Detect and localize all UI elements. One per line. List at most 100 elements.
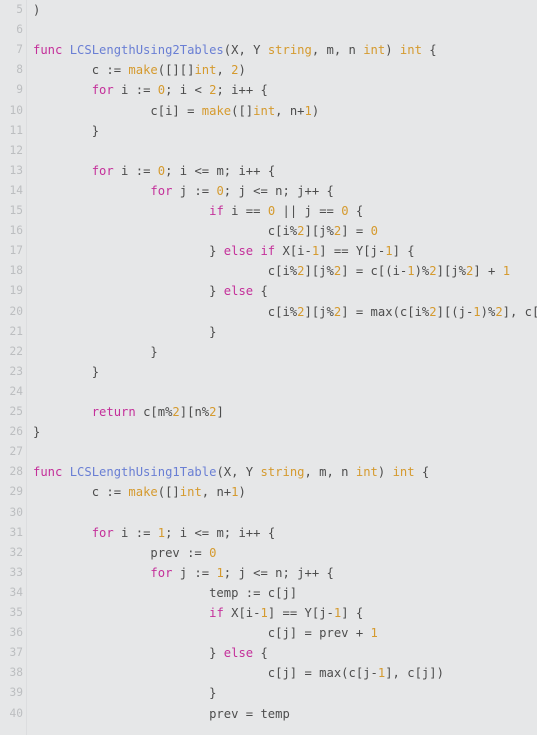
code-token: for bbox=[91, 83, 114, 98]
code-line[interactable]: 11 } bbox=[0, 121, 537, 141]
code-line-content[interactable]: } bbox=[33, 322, 216, 342]
code-line-content[interactable]: c := make([][]int, 2) bbox=[33, 60, 246, 80]
code-line[interactable]: 7 func LCSLengthUsing2Tables(X, Y string,… bbox=[0, 40, 537, 60]
code-token: int bbox=[392, 465, 415, 480]
line-number: 32 bbox=[9, 545, 23, 559]
code-line[interactable]: 8 c := make([][]int, 2) bbox=[0, 60, 537, 80]
code-line[interactable]: 35 if X[i-1] == Y[j-1] { bbox=[0, 603, 537, 623]
code-line[interactable]: 15 if i == 0 || j == 0 { bbox=[0, 201, 537, 221]
code-line[interactable]: 33 for j := 1; j <= n; j++ { bbox=[0, 563, 537, 583]
code-line[interactable]: 26} bbox=[0, 422, 537, 442]
code-token: 2 bbox=[297, 304, 305, 319]
code-line[interactable]: 9 for i := 0; i < 2; i++ { bbox=[0, 80, 537, 100]
code-line-content[interactable]: func LCSLengthUsing2Tables(X, Y string, … bbox=[33, 40, 437, 60]
code-line[interactable]: 21 } bbox=[0, 322, 537, 342]
code-token: int bbox=[194, 63, 217, 78]
code-token: (X, Y bbox=[216, 465, 261, 480]
code-line[interactable]: 18 c[i%2][j%2] = c[(i-1)%2][j%2] + 1 bbox=[0, 261, 537, 281]
code-line-content[interactable]: } else { bbox=[33, 643, 268, 663]
code-token: 0 bbox=[341, 204, 349, 218]
code-line[interactable]: 14 for j := 0; j <= n; j++ { bbox=[0, 181, 537, 201]
code-line[interactable]: 16 c[i%2][j%2] = 0 bbox=[0, 221, 537, 241]
code-line[interactable]: 20 c[i%2][j%2] = max(c[i%2][(j-1)%2], c[ bbox=[0, 302, 537, 322]
code-token: c := bbox=[33, 63, 129, 78]
code-line-content[interactable]: ) bbox=[33, 0, 40, 20]
line-number: 22 bbox=[9, 344, 23, 358]
code-token: c[j] = prev + bbox=[33, 626, 371, 641]
code-line[interactable]: 19 } else { bbox=[0, 281, 537, 301]
code-line[interactable]: 25 return c[m%2][n%2] bbox=[0, 402, 537, 422]
code-line-content[interactable]: } bbox=[33, 422, 40, 442]
code-line-content[interactable]: } bbox=[33, 362, 99, 382]
code-line[interactable]: 31 for i := 1; i <= m; i++ { bbox=[0, 523, 537, 543]
code-line-content[interactable]: c[i%2][j%2] = c[(i-1)%2][j%2] + 1 bbox=[33, 261, 510, 281]
code-token: X[i- bbox=[223, 606, 261, 620]
code-token: , bbox=[216, 63, 232, 78]
code-token: i == bbox=[223, 204, 268, 218]
code-line[interactable]: 10 c[i] = make([]int, n+1) bbox=[0, 101, 537, 121]
code-line-content[interactable]: return c[m%2][n%2] bbox=[33, 402, 224, 422]
code-token: ) bbox=[238, 485, 246, 500]
code-line-content[interactable]: } bbox=[33, 121, 99, 141]
code-token: } bbox=[33, 244, 224, 259]
code-token: ][j% bbox=[304, 264, 334, 279]
code-line[interactable]: 5) bbox=[0, 0, 537, 20]
code-editor[interactable]: 5) 6 7 func LCSLengthUsing2Tables(X, Y stri… bbox=[0, 0, 537, 735]
code-line[interactable]: 24 bbox=[0, 382, 537, 402]
line-number: 19 bbox=[9, 284, 23, 298]
code-token: ([] bbox=[157, 485, 180, 500]
code-line[interactable]: 23 } bbox=[0, 362, 537, 382]
code-line[interactable]: 38 c[j] = max(c[j-1], c[j]) bbox=[0, 663, 537, 683]
line-number: 13 bbox=[9, 163, 23, 177]
code-line[interactable]: 37 } else { bbox=[0, 643, 537, 663]
code-token: c[i% bbox=[33, 224, 298, 239]
code-line[interactable]: 34 temp := c[j] bbox=[0, 583, 537, 603]
code-line[interactable]: 36 c[j] = prev + 1 bbox=[0, 623, 537, 643]
code-line-content[interactable]: for i := 0; i < 2; i++ { bbox=[33, 80, 268, 100]
code-line[interactable]: 40 prev = temp bbox=[0, 704, 537, 724]
code-line-content[interactable]: for i := 1; i <= m; i++ { bbox=[33, 523, 275, 543]
code-line[interactable]: 30 bbox=[0, 503, 537, 523]
code-line-content[interactable]: temp := c[j] bbox=[33, 583, 297, 603]
code-line[interactable]: 32 prev := 0 bbox=[0, 543, 537, 563]
code-line[interactable]: 13 for i := 0; i <= m; i++ { bbox=[0, 161, 537, 181]
code-line-content[interactable]: } bbox=[33, 683, 216, 703]
code-line-content[interactable]: } else if X[i-1] == Y[j-1] { bbox=[33, 241, 415, 261]
code-line-content[interactable]: } bbox=[33, 342, 157, 362]
line-number: 29 bbox=[9, 485, 23, 499]
line-number: 37 bbox=[9, 646, 23, 660]
code-line-content[interactable]: c[i%2][j%2] = 0 bbox=[33, 221, 378, 241]
code-line-content[interactable]: c[j] = prev + 1 bbox=[33, 623, 378, 643]
code-line-content[interactable]: prev = temp bbox=[33, 704, 290, 724]
code-line[interactable]: 39 } bbox=[0, 683, 537, 703]
code-line-content[interactable]: if i == 0 || j == 0 { bbox=[33, 201, 363, 221]
code-line-content[interactable]: prev := 0 bbox=[33, 543, 216, 563]
code-line-content[interactable]: c := make([]int, n+1) bbox=[33, 482, 246, 502]
code-line-content[interactable]: for i := 0; i <= m; i++ { bbox=[33, 161, 275, 181]
code-token: 2 bbox=[429, 304, 437, 319]
code-line[interactable]: 6 bbox=[0, 20, 537, 40]
code-line[interactable]: 17 } else if X[i-1] == Y[j-1] { bbox=[0, 241, 537, 261]
code-line-content[interactable]: c[i] = make([]int, n+1) bbox=[33, 101, 319, 121]
code-token: make bbox=[201, 103, 232, 118]
code-line[interactable]: 12 bbox=[0, 141, 537, 161]
code-line[interactable]: 28 func LCSLengthUsing1Table(X, Y string,… bbox=[0, 462, 537, 482]
code-token: ) bbox=[33, 3, 41, 17]
code-text-area[interactable]: 5) 6 7 func LCSLengthUsing2Tables(X, Y stri… bbox=[0, 0, 537, 735]
code-line[interactable]: 22 } bbox=[0, 342, 537, 362]
code-line-content[interactable]: } else { bbox=[33, 281, 268, 301]
code-token: ; i <= m; i++ { bbox=[165, 163, 276, 178]
code-line[interactable]: 27 bbox=[0, 442, 537, 462]
code-line-content[interactable]: c[j] = max(c[j-1], c[j]) bbox=[33, 663, 444, 683]
code-token: , n+ bbox=[201, 485, 232, 500]
code-line-content[interactable]: for j := 0; j <= n; j++ { bbox=[33, 181, 333, 201]
code-line-content[interactable]: c[i%2][j%2] = max(c[i%2][(j-1)%2], c[ bbox=[33, 302, 537, 322]
code-line-content[interactable]: if X[i-1] == Y[j-1] { bbox=[33, 603, 363, 623]
code-line-content[interactable]: for j := 1; j <= n; j++ { bbox=[33, 563, 333, 583]
line-number: 15 bbox=[9, 204, 23, 217]
code-line[interactable]: 29 c := make([]int, n+1) bbox=[0, 482, 537, 502]
code-line-content[interactable]: func LCSLengthUsing1Table(X, Y string, m… bbox=[33, 462, 429, 482]
